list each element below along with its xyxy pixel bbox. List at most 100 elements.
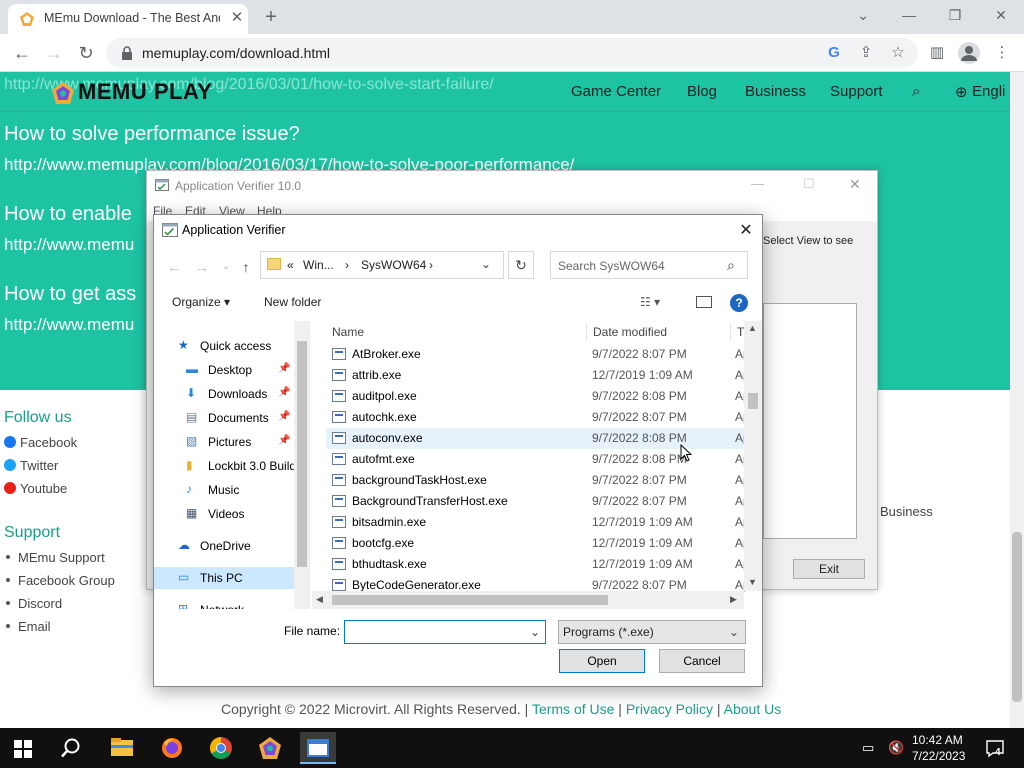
clock-date[interactable]: 7/22/2023	[912, 749, 965, 763]
clock-time[interactable]: 10:42 AM	[912, 733, 963, 747]
file-list-hscroll-thumb[interactable]	[332, 595, 608, 605]
memu-taskbar-icon[interactable]	[252, 732, 288, 764]
tab-close-icon[interactable]: ✕	[228, 9, 246, 27]
file-row[interactable]: backgroundTaskHost.exe 9/7/2022 8:07 PM Ap	[326, 470, 750, 491]
chevron-down-icon[interactable]: ⌄	[481, 257, 491, 271]
about-link[interactable]: About Us	[724, 701, 782, 717]
site-logo[interactable]: MEMU PLAY	[78, 79, 212, 105]
file-row[interactable]: auditpol.exe 9/7/2022 8:08 PM Ap	[326, 386, 750, 407]
nav-blog[interactable]: Blog	[687, 83, 717, 100]
nav-item-videos[interactable]: ▦ Videos	[154, 503, 294, 525]
change-view-icon[interactable]: ☷ ▾	[640, 295, 674, 311]
column-date-modified[interactable]: Date modified	[593, 325, 667, 339]
firefox-icon[interactable]	[154, 732, 190, 764]
chevron-down-icon[interactable]: ⌄	[530, 625, 540, 639]
breadcrumb-overflow[interactable]: «	[287, 258, 294, 272]
nav-item-this-pc[interactable]: ▭ This PC	[154, 567, 294, 589]
file-row[interactable]: attrib.exe 12/7/2019 1:09 AM Ap	[326, 365, 750, 386]
address-bar[interactable]: memuplay.com/download.html G ⇪ ☆	[106, 38, 918, 68]
share-icon[interactable]: ⇪	[856, 43, 876, 63]
search-icon[interactable]: ⌕	[912, 83, 920, 100]
breadcrumb-windows[interactable]: Win...	[303, 258, 334, 272]
forward-arrow-icon[interactable]: →	[42, 41, 66, 65]
search-icon[interactable]	[60, 737, 82, 759]
youtube-link[interactable]: Youtube	[4, 481, 67, 496]
breadcrumb-syswow64[interactable]: SysWOW64	[361, 258, 426, 272]
nav-language[interactable]: Engli	[972, 83, 1005, 100]
preview-pane-icon[interactable]	[696, 296, 712, 308]
chrome-menu-icon[interactable]: ⋮	[992, 43, 1012, 63]
nav-item-network[interactable]: ⊞ Network	[154, 599, 294, 610]
file-type-select[interactable]: Programs (*.exe) ⌄	[558, 620, 746, 644]
help-icon[interactable]: ?	[730, 294, 748, 312]
new-tab-button[interactable]: +	[260, 6, 282, 28]
terms-link[interactable]: Terms of Use	[532, 701, 614, 717]
dialog-close-icon[interactable]: ✕	[736, 221, 756, 241]
facebook-group-link[interactable]: Facebook Group	[4, 573, 115, 588]
scroll-right-icon[interactable]: ▶	[730, 594, 737, 605]
exit-button[interactable]: Exit	[793, 559, 865, 579]
email-link[interactable]: Email	[4, 619, 51, 634]
globe-icon[interactable]: ⊕	[955, 83, 968, 101]
file-row[interactable]: BackgroundTransferHost.exe 9/7/2022 8:07 …	[326, 491, 750, 512]
google-icon[interactable]: G	[824, 43, 844, 63]
breadcrumb-chevron-icon[interactable]: ›	[429, 258, 433, 272]
file-list-hscrollbar[interactable]: ◀ ▶	[312, 591, 744, 609]
faq-link[interactable]: http://www.memu	[4, 235, 134, 255]
close-window-button[interactable]: ✕	[978, 4, 1024, 28]
nav-item-onedrive[interactable]: ☁ OneDrive	[154, 535, 294, 557]
maximize-button[interactable]: ☐	[803, 176, 815, 192]
nav-business[interactable]: Business	[745, 83, 806, 100]
side-panel-icon[interactable]: ▥	[927, 43, 947, 63]
file-row[interactable]: bootcfg.exe 12/7/2019 1:09 AM Ap	[326, 533, 750, 554]
discord-link[interactable]: Discord	[4, 596, 62, 611]
scroll-left-icon[interactable]: ◀	[316, 594, 323, 605]
page-scrollbar[interactable]	[1010, 72, 1024, 728]
minimize-button[interactable]: —	[751, 176, 764, 191]
chrome-icon[interactable]	[203, 732, 239, 764]
nav-scroll-thumb[interactable]	[297, 341, 307, 567]
file-row[interactable]: autochk.exe 9/7/2022 8:07 PM Ap	[326, 407, 750, 428]
reload-icon[interactable]: ↻	[74, 41, 98, 65]
business-link[interactable]: Business	[880, 504, 933, 519]
privacy-link[interactable]: Privacy Policy	[626, 701, 713, 717]
network-icon[interactable]: ▭	[862, 740, 874, 756]
bookmark-star-icon[interactable]: ☆	[888, 43, 908, 63]
minimize-button[interactable]: —	[886, 4, 932, 28]
search-input[interactable]: Search SysWOW64 ⌕	[550, 251, 748, 279]
file-row[interactable]: bthudtask.exe 12/7/2019 1:09 AM Ap	[326, 554, 750, 575]
nav-game-center[interactable]: Game Center	[571, 83, 661, 100]
app-verifier-taskbar-icon[interactable]	[300, 732, 336, 764]
nav-item-downloads[interactable]: ⬇ Downloads 📌	[154, 383, 294, 405]
twitter-link[interactable]: Twitter	[4, 458, 58, 473]
nav-item-desktop[interactable]: ▬ Desktop 📌	[154, 359, 294, 381]
restore-button[interactable]: ❐	[932, 4, 978, 28]
scroll-up-icon[interactable]: ▲	[748, 323, 757, 333]
nav-scrollbar[interactable]	[294, 321, 310, 609]
nav-item-quick-access[interactable]: ★ Quick access	[154, 335, 294, 357]
forward-arrow-icon[interactable]: →	[192, 257, 212, 277]
nav-item-music[interactable]: ♪ Music	[154, 479, 294, 501]
cancel-button[interactable]: Cancel	[659, 649, 745, 673]
facebook-link[interactable]: Facebook	[4, 435, 77, 450]
file-list-scrollbar[interactable]: ▲ ▼	[744, 321, 762, 591]
faq-link[interactable]: http://www.memu	[4, 315, 134, 335]
scroll-down-icon[interactable]: ▼	[748, 577, 757, 587]
up-arrow-icon[interactable]: ↑	[236, 257, 256, 277]
open-button[interactable]: Open	[559, 649, 645, 673]
browser-tab[interactable]: MEmu Download - The Best Andr ✕	[8, 4, 248, 34]
file-name-input[interactable]	[344, 620, 546, 644]
nav-item-pictures[interactable]: ▧ Pictures 📌	[154, 431, 294, 453]
notifications-icon[interactable]: 4	[984, 737, 1006, 759]
file-row[interactable]: AtBroker.exe 9/7/2022 8:07 PM Ap	[326, 344, 750, 365]
lock-icon[interactable]	[120, 45, 134, 61]
organize-button[interactable]: Organize ▾	[172, 295, 230, 309]
nav-item-lockbit-3-0-build[interactable]: ▮ Lockbit 3.0 Build	[154, 455, 296, 477]
recent-locations-icon[interactable]: ⌄	[216, 257, 236, 277]
profile-avatar[interactable]	[958, 42, 980, 64]
column-name[interactable]: Name	[332, 325, 364, 339]
close-button[interactable]: ✕	[849, 176, 861, 193]
back-arrow-icon[interactable]: ←	[10, 41, 34, 65]
volume-muted-icon[interactable]: 🔇	[888, 740, 904, 756]
windows-start-icon[interactable]	[14, 740, 32, 758]
